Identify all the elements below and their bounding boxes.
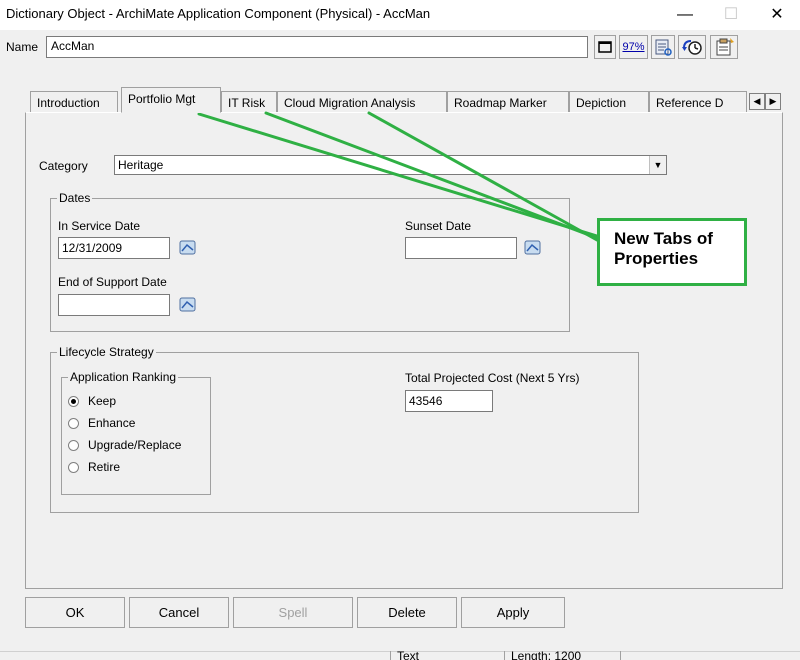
total-projected-cost-label: Total Projected Cost (Next 5 Yrs) xyxy=(405,371,580,385)
tab-roadmap-marker[interactable]: Roadmap Marker xyxy=(447,91,569,113)
radio-button[interactable] xyxy=(68,418,79,429)
tab-reference[interactable]: Reference D xyxy=(649,91,747,113)
close-button[interactable]: ✕ xyxy=(754,0,800,30)
history-icon xyxy=(682,40,702,55)
application-ranking-legend: Application Ranking xyxy=(70,370,177,384)
radio-keep-label: Keep xyxy=(88,394,117,408)
end-of-support-date-label: End of Support Date xyxy=(58,275,167,289)
calendar-icon xyxy=(179,297,196,312)
zoom-button[interactable]: 97% xyxy=(619,35,648,59)
application-ranking-group: Application Ranking xyxy=(61,370,211,495)
radio-button[interactable] xyxy=(68,396,79,407)
restore-box-icon xyxy=(598,41,612,53)
category-label: Category xyxy=(39,159,88,173)
tab-scroll-right-button[interactable]: ▶ xyxy=(765,93,781,110)
lifecycle-strategy-legend: Lifecycle Strategy xyxy=(59,345,154,359)
in-service-calendar-button[interactable] xyxy=(178,239,198,257)
end-of-support-date-field[interactable] xyxy=(58,294,170,316)
report-icon xyxy=(655,39,672,56)
chevron-down-icon: ▼ xyxy=(649,156,666,174)
minimize-button[interactable]: — xyxy=(662,0,708,30)
tab-it-risk[interactable]: IT Risk xyxy=(221,91,277,113)
properties-button[interactable] xyxy=(710,35,738,59)
category-select[interactable]: Heritage ▼ xyxy=(114,155,667,175)
radio-button[interactable] xyxy=(68,440,79,451)
calendar-icon xyxy=(179,240,196,255)
sunset-date-field[interactable] xyxy=(405,237,517,259)
callout-line-2: Properties xyxy=(614,249,699,268)
radio-upgrade-replace-label: Upgrade/Replace xyxy=(88,438,182,452)
name-field[interactable]: AccMan xyxy=(46,36,588,58)
status-extra xyxy=(620,651,800,660)
cancel-button[interactable]: Cancel xyxy=(129,597,229,628)
report-button[interactable] xyxy=(651,35,675,59)
history-button[interactable] xyxy=(678,35,706,59)
sunset-date-label: Sunset Date xyxy=(405,219,472,233)
properties-icon xyxy=(716,38,734,56)
ok-button[interactable]: OK xyxy=(25,597,125,628)
maximize-button[interactable]: ☐ xyxy=(708,0,754,30)
tab-cloud-migration-analysis[interactable]: Cloud Migration Analysis xyxy=(277,91,447,113)
tab-scroll-left-button[interactable]: ◀ xyxy=(749,93,765,110)
dates-legend: Dates xyxy=(59,191,91,205)
radio-button[interactable] xyxy=(68,462,79,473)
in-service-date-label: In Service Date xyxy=(58,219,141,233)
window-title: Dictionary Object - ArchiMate Applicatio… xyxy=(6,6,431,21)
tab-introduction[interactable]: Introduction xyxy=(30,91,118,113)
delete-button[interactable]: Delete xyxy=(357,597,457,628)
calendar-icon xyxy=(524,240,541,255)
tab-portfolio-mgt[interactable]: Portfolio Mgt xyxy=(121,87,221,113)
status-mode: Text xyxy=(390,651,504,660)
apply-button[interactable]: Apply xyxy=(461,597,565,628)
spell-button[interactable]: Spell xyxy=(233,597,353,628)
end-of-support-calendar-button[interactable] xyxy=(178,296,198,314)
total-projected-cost-field[interactable]: 43546 xyxy=(405,390,493,412)
sunset-calendar-button[interactable] xyxy=(523,239,543,257)
radio-retire-label: Retire xyxy=(88,460,121,474)
tab-depiction[interactable]: Depiction xyxy=(569,91,649,113)
restore-box-button[interactable] xyxy=(594,35,616,59)
callout-line-1: New Tabs of xyxy=(614,229,713,248)
radio-enhance-label: Enhance xyxy=(88,416,136,430)
category-value: Heritage xyxy=(118,158,164,172)
name-label: Name xyxy=(6,40,39,54)
in-service-date-field[interactable]: 12/31/2009 xyxy=(58,237,170,259)
callout-box: New Tabs of Properties xyxy=(597,218,747,286)
status-length: Length: 1200 xyxy=(504,651,620,660)
